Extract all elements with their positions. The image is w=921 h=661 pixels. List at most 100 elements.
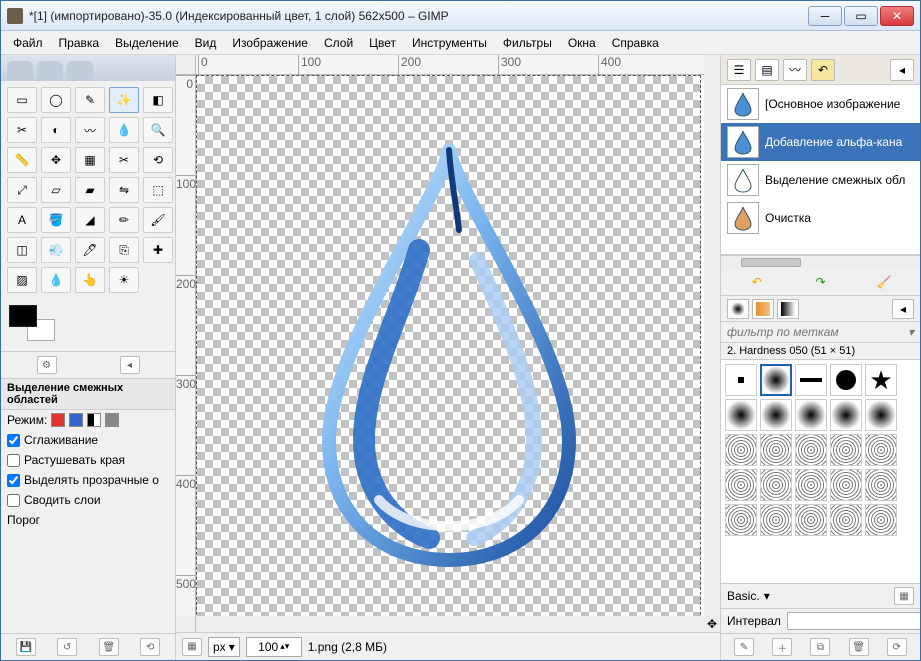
- close-button[interactable]: ✕: [880, 6, 914, 26]
- menu-изображение[interactable]: Изображение: [224, 33, 316, 53]
- menu-правка[interactable]: Правка: [51, 33, 108, 53]
- tab-paths[interactable]: 〰: [783, 59, 807, 81]
- tab-menu-icon[interactable]: ◂: [890, 59, 914, 81]
- tab-gradients[interactable]: [777, 299, 799, 319]
- brush-item[interactable]: [830, 469, 862, 501]
- tool-shear[interactable]: ▱: [41, 177, 71, 203]
- tool-smudge[interactable]: 👆: [75, 267, 105, 293]
- mode-subtract[interactable]: [87, 413, 101, 427]
- brush-view-icon[interactable]: ▦: [894, 587, 914, 605]
- zoom-spinner[interactable]: 100▴▾: [246, 637, 302, 657]
- menu-инструменты[interactable]: Инструменты: [404, 33, 495, 53]
- brush-item[interactable]: [760, 469, 792, 501]
- transparent-option[interactable]: Выделять прозрачные о: [1, 470, 175, 490]
- unit-combo[interactable]: px▾: [208, 637, 240, 657]
- brush-item[interactable]: [795, 399, 827, 431]
- tab-stub[interactable]: [37, 61, 63, 81]
- tool-rect-select[interactable]: ▭: [7, 87, 37, 113]
- nav-icon[interactable]: ✥: [704, 616, 720, 632]
- menu-файл[interactable]: Файл: [5, 33, 51, 53]
- reset-preset-icon[interactable]: ⟲: [140, 638, 160, 656]
- history-item[interactable]: [Основное изображение: [721, 85, 920, 123]
- tool-pencil[interactable]: ✏: [109, 207, 139, 233]
- brush-item[interactable]: [795, 364, 827, 396]
- duplicate-brush-icon[interactable]: ⧉: [810, 638, 830, 656]
- feather-checkbox[interactable]: [7, 454, 20, 467]
- fg-bg-swatch[interactable]: [9, 305, 57, 345]
- tool-measure[interactable]: 📏: [7, 147, 37, 173]
- brush-item[interactable]: [760, 364, 792, 396]
- menu-слой[interactable]: Слой: [316, 33, 361, 53]
- interval-input[interactable]: [787, 612, 920, 630]
- brush-item[interactable]: [760, 504, 792, 536]
- tool-clone[interactable]: ⎘: [109, 237, 139, 263]
- brush-item[interactable]: [865, 399, 897, 431]
- tool-bucket-fill[interactable]: 🪣: [41, 207, 71, 233]
- menu-фильтры[interactable]: Фильтры: [495, 33, 560, 53]
- tab-brushes[interactable]: [727, 299, 749, 319]
- dropdown-icon[interactable]: ▾: [764, 589, 770, 603]
- tool-scale[interactable]: ⤢: [7, 177, 37, 203]
- tool-ellipse-select[interactable]: ◯: [41, 87, 71, 113]
- brush-item[interactable]: [725, 434, 757, 466]
- save-preset-icon[interactable]: 💾: [16, 638, 36, 656]
- mode-replace[interactable]: [51, 413, 65, 427]
- brush-item[interactable]: [725, 504, 757, 536]
- menu-выделение[interactable]: Выделение: [107, 33, 187, 53]
- history-item[interactable]: Очистка: [721, 199, 920, 237]
- history-item[interactable]: Добавление альфа-кана: [721, 123, 920, 161]
- tool-paths[interactable]: 〰: [75, 117, 105, 143]
- brush-item[interactable]: [795, 504, 827, 536]
- antialias-option[interactable]: Сглаживание: [1, 430, 175, 450]
- tool-paintbrush[interactable]: 🖌: [143, 207, 173, 233]
- tool-dodge[interactable]: ☀: [109, 267, 139, 293]
- tool-zoom[interactable]: 🔍: [143, 117, 173, 143]
- tool-fuzzy-select[interactable]: ✨: [109, 87, 139, 113]
- tool-color-select[interactable]: ◧: [143, 87, 173, 113]
- brush-item[interactable]: [830, 434, 862, 466]
- v-ruler[interactable]: 0100200300400500: [176, 75, 196, 616]
- delete-brush-icon[interactable]: 🗑: [849, 638, 869, 656]
- history-item[interactable]: Выделение смежных обл: [721, 161, 920, 199]
- mode-intersect[interactable]: [105, 413, 119, 427]
- menu-цвет[interactable]: Цвет: [361, 33, 404, 53]
- merge-layers-option[interactable]: Сводить слои: [1, 490, 175, 510]
- tool-perspective-clone[interactable]: ▨: [7, 267, 37, 293]
- tool-cage[interactable]: ⬚: [143, 177, 173, 203]
- transparent-checkbox[interactable]: [7, 474, 20, 487]
- maximize-button[interactable]: ▭: [844, 6, 878, 26]
- minimize-button[interactable]: ─: [808, 6, 842, 26]
- brush-item[interactable]: [865, 434, 897, 466]
- feather-option[interactable]: Растушевать края: [1, 450, 175, 470]
- tool-color-picker[interactable]: 💧: [109, 117, 139, 143]
- edit-brush-icon[interactable]: ✎: [734, 638, 754, 656]
- brush-filter[interactable]: фильтр по меткам ▾: [721, 322, 920, 343]
- brush-item[interactable]: [865, 504, 897, 536]
- merge-layers-checkbox[interactable]: [7, 494, 20, 507]
- brush-item[interactable]: [795, 469, 827, 501]
- brush-item[interactable]: [725, 469, 757, 501]
- brush-item[interactable]: [830, 364, 862, 396]
- tool-menu-icon[interactable]: ◂: [120, 356, 140, 374]
- menu-окна[interactable]: Окна: [560, 33, 604, 53]
- canvas[interactable]: [196, 75, 701, 616]
- clear-history-icon[interactable]: 🧹: [874, 273, 894, 291]
- tab-stub[interactable]: [7, 61, 33, 81]
- tool-blend[interactable]: ◢: [75, 207, 105, 233]
- redo-icon[interactable]: ↷: [810, 273, 830, 291]
- tool-flip[interactable]: ⇋: [109, 177, 139, 203]
- tool-foreground-select[interactable]: ◐: [41, 117, 71, 143]
- tool-scissors[interactable]: ✂: [7, 117, 37, 143]
- tool-rotate[interactable]: ⟲: [143, 147, 173, 173]
- tool-airbrush[interactable]: 💨: [41, 237, 71, 263]
- brush-item[interactable]: [830, 504, 862, 536]
- brush-item[interactable]: [725, 364, 757, 396]
- tool-text[interactable]: A: [7, 207, 37, 233]
- tool-heal[interactable]: ✚: [143, 237, 173, 263]
- tool-free-select[interactable]: ✎: [75, 87, 105, 113]
- menu-справка[interactable]: Справка: [604, 33, 667, 53]
- tool-blur[interactable]: 💧: [41, 267, 71, 293]
- tab-channels[interactable]: ▤: [755, 59, 779, 81]
- antialias-checkbox[interactable]: [7, 434, 20, 447]
- history-h-scroll[interactable]: [721, 255, 920, 269]
